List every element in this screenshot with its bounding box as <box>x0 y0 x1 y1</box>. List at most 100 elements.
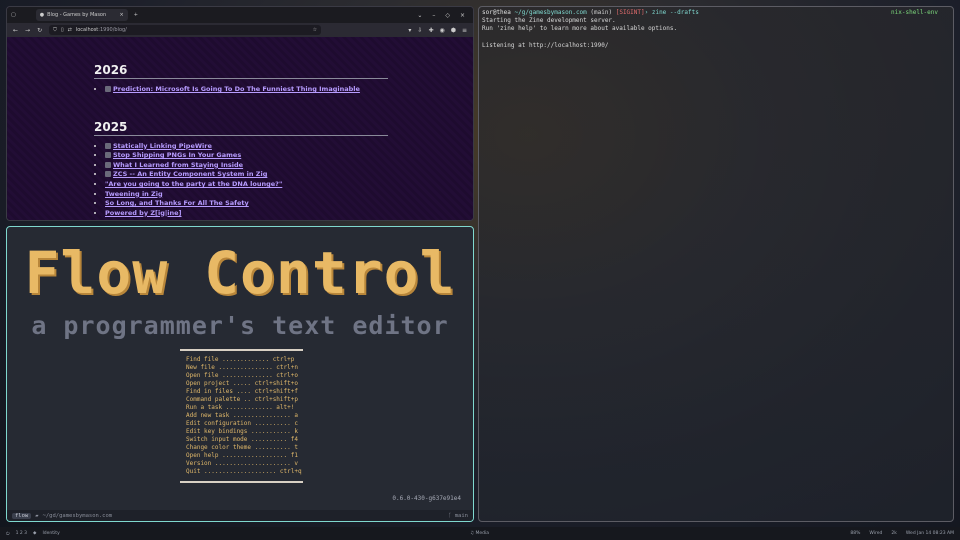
menu-item[interactable]: Add new task ................ a <box>186 412 302 420</box>
menu-item[interactable]: Find file ............. ctrl+p <box>186 356 302 364</box>
post-link[interactable]: Stop Shipping PNGs In Your Games <box>113 151 241 159</box>
flow-editor-window: Flow Control a programmer's text editor … <box>6 226 474 522</box>
post-link[interactable]: So Long, and Thanks For All The Safety <box>105 199 249 207</box>
prompt-env: nix-shell-env <box>891 9 938 16</box>
post-list: Statically Linking PipeWireStop Shipping… <box>105 142 473 219</box>
post-list: Prediction: Microsoft Is Going To Do The… <box>105 85 473 95</box>
permissions-icon: ⇄ <box>67 27 72 33</box>
flow-start-menu: Find file ............. ctrl+p New file .… <box>180 349 303 483</box>
post-link[interactable]: Powered by Z[ig|ine] <box>105 209 182 217</box>
menu-item[interactable]: Version ..................... v <box>186 460 302 468</box>
terminal-output: Starting the Zine development server. Run… <box>482 17 950 50</box>
ublock-icon[interactable]: ⬢ <box>451 27 456 34</box>
prompt-user: sor@thea <box>482 9 511 16</box>
menu-item[interactable]: Open file .............. ctrl+o <box>186 372 302 380</box>
menu-item[interactable]: Open help .................. f1 <box>186 452 302 460</box>
menu-item[interactable]: Switch input mode .......... f4 <box>186 436 302 444</box>
branch-icon: ᚴ <box>448 512 455 519</box>
downloads-icon[interactable]: ⇩ <box>417 27 422 34</box>
flow-status-bar: flow ▰ ~/gd/gamesbymason.com ᚴ main <box>7 510 473 521</box>
terminal-window[interactable]: sor@thea ~/g/gamesbymason.com (main) [SI… <box>478 6 954 522</box>
power-icon[interactable]: ⏻ <box>6 531 10 537</box>
browser-page: 2026 Prediction: Microsoft Is Going To Do… <box>7 37 473 220</box>
tray-item[interactable]: 2k <box>891 531 896 536</box>
post-emoji-icon <box>105 86 111 92</box>
year-heading: 2026 <box>94 63 388 79</box>
maximize-icon[interactable]: ◇ <box>445 12 450 19</box>
git-branch: ᚴ main <box>448 513 468 519</box>
minimize-icon[interactable]: – <box>432 12 435 19</box>
taskbar: ⏻ 1 2 3 ◆ Identity ♫ Media 88% Wired 2k Wed… <box>0 527 960 540</box>
post-link[interactable]: Tweening in Zig <box>105 190 163 198</box>
post-link[interactable]: Prediction: Microsoft Is Going To Do The… <box>113 85 360 93</box>
flow-logo-title: Flow Control <box>24 239 456 307</box>
terminal-line: Starting the Zine development server. <box>482 17 616 25</box>
chevron-down-icon[interactable]: ⌄ <box>417 12 422 19</box>
tray-item[interactable]: Wired <box>869 531 882 536</box>
menu-item[interactable]: Run a task ............. alt+! <box>186 404 302 412</box>
menu-item[interactable]: Quit .................... ctrl+q <box>186 468 302 476</box>
list-item: Statically Linking PipeWire <box>105 142 473 152</box>
forward-icon[interactable]: → <box>25 27 30 34</box>
folder-icon: ▰ <box>35 512 39 519</box>
post-emoji-icon <box>105 142 111 149</box>
browser-tab-bar: ▢ ● Blog - Games by Mason × + ⌄ – ◇ × <box>7 7 473 23</box>
app-icon: ◆ <box>33 531 37 536</box>
url-path: :1990/blog/ <box>98 27 127 33</box>
menu-item[interactable]: Open project ..... ctrl+shift+o <box>186 380 302 388</box>
extensions-icon[interactable]: ✚ <box>428 27 433 34</box>
menu-item[interactable]: Change color theme .......... t <box>186 444 302 452</box>
list-item: "Are you going to the party at the DNA l… <box>105 180 473 190</box>
browser-tab[interactable]: ● Blog - Games by Mason × <box>35 9 128 21</box>
system-tray: 88% Wired 2k Wed Jan 14 08:23 AM <box>850 531 954 536</box>
year-heading: 2025 <box>94 120 388 136</box>
shield-icon: ⛉ <box>53 27 57 33</box>
menu-item[interactable]: New file ............... ctrl+n <box>186 364 302 372</box>
project-path: ~/gd/gamesbymason.com <box>42 512 113 519</box>
new-tab-icon[interactable]: + <box>134 12 138 18</box>
bookmark-star-icon[interactable]: ☆ <box>313 27 317 33</box>
list-item: What I Learned from Staying Inside <box>105 161 473 171</box>
media-widget[interactable]: ♫ Media <box>470 531 489 536</box>
menu-item[interactable]: Find in files .... ctrl+shift+f <box>186 388 302 396</box>
page-icon: ▯ <box>60 27 64 33</box>
blog-list: 2026 Prediction: Microsoft Is Going To Do… <box>94 63 473 218</box>
post-link[interactable]: Statically Linking PipeWire <box>113 142 212 150</box>
prompt-path: ~/g/gamesbymason.com <box>514 9 587 16</box>
list-item: ZCS -- An Entity Component System in Zig <box>105 170 473 180</box>
tray-item[interactable]: Wed Jan 14 08:23 AM <box>906 531 954 536</box>
url-host: localhost <box>75 27 99 33</box>
favicon-icon: ● <box>39 12 45 18</box>
url-bar[interactable]: ⛉ ▯ ⇄ localhost:1990/blog/ ☆ <box>49 25 322 35</box>
browser-nav-bar: ← → ↻ ⛉ ▯ ⇄ localhost:1990/blog/ ☆ ▾ ⇩ ✚… <box>7 23 473 37</box>
menu-icon[interactable]: ≡ <box>462 27 467 34</box>
list-item: Powered by Z[ig|ine] <box>105 209 473 219</box>
taskbar-app-label[interactable]: Identity <box>42 531 59 536</box>
post-link[interactable]: What I Learned from Staying Inside <box>113 161 243 169</box>
workspace-switcher[interactable]: 1 2 3 <box>16 531 27 536</box>
tray-item[interactable]: 88% <box>850 531 860 536</box>
post-emoji-icon <box>105 152 111 159</box>
reload-icon[interactable]: ↻ <box>37 27 42 34</box>
input-mode-badge[interactable]: flow <box>12 512 32 519</box>
pocket-icon[interactable]: ▾ <box>408 27 411 34</box>
terminal-line: Listening at http://localhost:1990/ <box>482 41 609 49</box>
prompt-signal: [SIGINT] <box>615 9 645 16</box>
list-item: Prediction: Microsoft Is Going To Do The… <box>105 85 473 95</box>
flow-logo-subtitle: a programmer's text editor <box>31 311 449 340</box>
account-icon[interactable]: ◉ <box>439 27 444 34</box>
post-emoji-icon <box>105 161 111 168</box>
menu-item[interactable]: Command palette .. ctrl+shift+p <box>186 396 302 404</box>
close-icon[interactable]: × <box>460 12 465 19</box>
post-link[interactable]: "Are you going to the party at the DNA l… <box>105 180 282 188</box>
media-label: Media <box>475 531 489 536</box>
tab-title: Blog - Games by Mason <box>47 12 107 18</box>
menu-item[interactable]: Edit key bindings ........... k <box>186 428 302 436</box>
close-tab-icon[interactable]: × <box>120 12 124 18</box>
back-icon[interactable]: ← <box>13 27 18 34</box>
list-item: So Long, and Thanks For All The Safety <box>105 199 473 209</box>
tab-overview-icon[interactable]: ▢ <box>11 12 16 18</box>
menu-item[interactable]: Edit configuration .......... c <box>186 420 302 428</box>
post-link[interactable]: ZCS -- An Entity Component System in Zig <box>113 170 267 178</box>
